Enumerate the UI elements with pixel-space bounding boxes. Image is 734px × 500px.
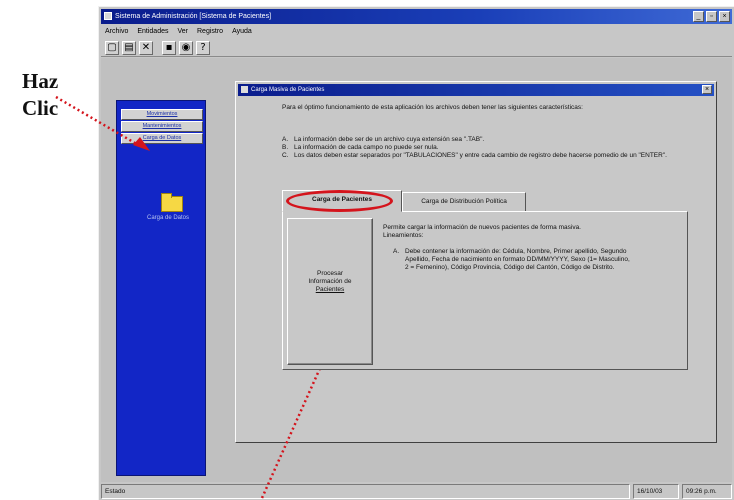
- top-arrow-line: [55, 95, 141, 148]
- process-patients-button[interactable]: Procesar Información de Pacientes: [287, 218, 373, 365]
- tab-description: Permite cargar la información de nuevos …: [383, 224, 633, 272]
- process-button-line-1: Procesar: [316, 269, 343, 277]
- description-text: Permite cargar la información de nuevos …: [383, 224, 581, 231]
- guideline-text: Debe contener la información de: Cédula,…: [405, 248, 630, 271]
- tab-panel: Procesar Información de Pacientes Permit…: [282, 211, 688, 370]
- process-button-line-2: Información de: [308, 277, 352, 285]
- top-arrow-head: [133, 137, 150, 151]
- bottom-arrow-line: [260, 356, 327, 499]
- guideline-letter: A.: [393, 248, 400, 255]
- process-button-line-3: Pacientes: [315, 285, 345, 293]
- guidelines-label: Lineamientos:: [383, 232, 424, 239]
- guideline-item: A. Debe contener la información de: Cédu…: [383, 248, 633, 272]
- tab-highlight-oval: [286, 190, 393, 212]
